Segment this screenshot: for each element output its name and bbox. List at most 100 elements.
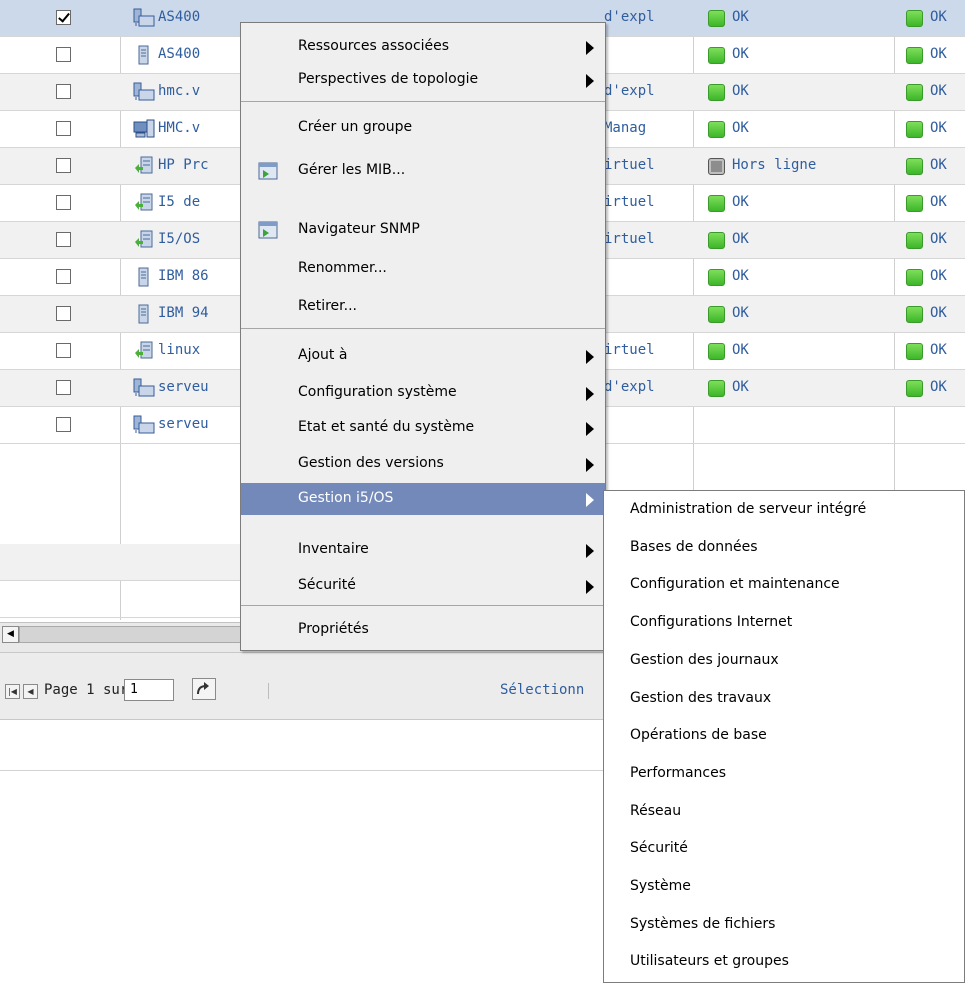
row-checkbox[interactable]: [56, 10, 71, 25]
page-number-input[interactable]: 1: [124, 679, 174, 701]
row-checkbox[interactable]: [56, 47, 71, 62]
status-square-icon: [906, 195, 923, 212]
row-checkbox[interactable]: [56, 84, 71, 99]
resource-name-link[interactable]: I5 de: [158, 194, 238, 210]
submenu-item-label: Performances: [630, 764, 727, 781]
console-icon: [133, 119, 155, 139]
row-checkbox[interactable]: [56, 380, 71, 395]
menu-item-gerer-les-mib[interactable]: Gérer les MIB...: [241, 155, 605, 187]
menu-item-label: Gérer les MIB...: [298, 162, 406, 178]
resource-type: d'expl: [604, 83, 655, 99]
submenu-item-operations-de-base[interactable]: Opérations de base: [604, 717, 964, 755]
menu-item-proprietes[interactable]: Propriétés: [241, 614, 605, 646]
row-checkbox[interactable]: [56, 417, 71, 432]
menu-separator: [241, 328, 605, 329]
resource-type: Manag: [604, 120, 647, 136]
submenu-item-label: Utilisateurs et groupes: [630, 953, 789, 970]
resource-name-link[interactable]: AS400: [158, 46, 238, 62]
submenu-item-performances[interactable]: Performances: [604, 755, 964, 793]
row-checkbox[interactable]: [56, 232, 71, 247]
menu-item-label: Perspectives de topologie: [298, 71, 479, 87]
status-square-icon: [906, 306, 923, 323]
submenu-item-systeme[interactable]: Système: [604, 868, 964, 906]
menu-item-etat-et-sante-du-systeme[interactable]: Etat et santé du système: [241, 412, 605, 444]
menu-item-gestion-des-versions[interactable]: Gestion des versions: [241, 448, 605, 480]
submenu-item-securite[interactable]: Sécurité: [604, 830, 964, 868]
virtual-server-icon: [133, 156, 155, 176]
resource-type: irtuel: [604, 157, 655, 173]
resource-name-link[interactable]: linux: [158, 342, 238, 358]
submenu-item-administration-de-serveur-integre[interactable]: Administration de serveur intégré: [604, 491, 964, 529]
previous-page-icon[interactable]: ◀: [23, 684, 38, 699]
submenu-item-gestion-des-journaux[interactable]: Gestion des journaux: [604, 642, 964, 680]
resource-name-link[interactable]: AS400: [158, 9, 238, 25]
menu-item-ajout-a[interactable]: Ajout à: [241, 340, 605, 372]
submenu-item-configurations-internet[interactable]: Configurations Internet: [604, 604, 964, 642]
select-link[interactable]: Sélectionn: [500, 682, 584, 698]
status-square-icon: [906, 84, 923, 101]
submenu-arrow-icon: [586, 580, 594, 594]
resource-type: d'expl: [604, 379, 655, 395]
row-checkbox[interactable]: [56, 269, 71, 284]
status-text: OK: [930, 157, 947, 173]
submenu-item-gestion-des-travaux[interactable]: Gestion des travaux: [604, 680, 964, 718]
resource-type: irtuel: [604, 231, 655, 247]
resource-name-link[interactable]: HMC.v: [158, 120, 238, 136]
network-server-icon: [133, 415, 155, 435]
submenu-arrow-icon: [586, 387, 594, 401]
menu-item-ressources-associees[interactable]: Ressources associées: [241, 31, 605, 63]
menu-item-renommer[interactable]: Renommer...: [241, 253, 605, 285]
menu-item-navigateur-snmp[interactable]: Navigateur SNMP: [241, 214, 605, 246]
submenu-item-systemes-de-fichiers[interactable]: Systèmes de fichiers: [604, 906, 964, 944]
go-to-page-button[interactable]: [192, 678, 216, 700]
resource-name-link[interactable]: serveu: [158, 379, 238, 395]
menu-item-configuration-systeme[interactable]: Configuration système: [241, 377, 605, 409]
submenu-item-label: Opérations de base: [630, 727, 767, 744]
menu-item-perspectives-de-topologie[interactable]: Perspectives de topologie: [241, 64, 605, 96]
scrollbar-thumb[interactable]: [19, 626, 251, 643]
resource-name-link[interactable]: HP Prc: [158, 157, 238, 173]
menu-separator: [241, 605, 605, 606]
menu-item-creer-un-groupe[interactable]: Créer un groupe: [241, 112, 605, 144]
status-square-icon: [708, 380, 725, 397]
row-checkbox[interactable]: [56, 343, 71, 358]
row-checkbox[interactable]: [56, 158, 71, 173]
resource-name-link[interactable]: serveu: [158, 416, 238, 432]
network-server-icon: [133, 8, 155, 28]
menu-item-label: Ressources associées: [298, 38, 450, 54]
row-checkbox[interactable]: [56, 306, 71, 321]
status-square-icon: [708, 269, 725, 286]
status-square-icon: [708, 84, 725, 101]
submenu-item-label: Gestion des journaux: [630, 651, 779, 668]
scroll-left-icon[interactable]: ◀: [2, 626, 19, 643]
status-text: OK: [732, 83, 749, 99]
menu-item-label: Retirer...: [298, 298, 357, 314]
row-checkbox[interactable]: [56, 195, 71, 210]
status-text: OK: [930, 305, 947, 321]
menu-item-inventaire[interactable]: Inventaire: [241, 534, 605, 566]
menu-separator: [241, 101, 605, 102]
submenu-item-configuration-et-maintenance[interactable]: Configuration et maintenance: [604, 566, 964, 604]
resource-name-link[interactable]: hmc.v: [158, 83, 238, 99]
first-page-icon[interactable]: |◀: [5, 684, 20, 699]
status-text: OK: [930, 379, 947, 395]
submenu-item-reseau[interactable]: Réseau: [604, 793, 964, 831]
menu-item-securite[interactable]: Sécurité: [241, 570, 605, 602]
mib-icon: [257, 161, 278, 181]
status-text: OK: [732, 305, 749, 321]
status-text: OK: [930, 194, 947, 210]
submenu-item-utilisateurs-et-groupes[interactable]: Utilisateurs et groupes: [604, 943, 964, 981]
submenu-item-bases-de-donnees[interactable]: Bases de données: [604, 529, 964, 567]
row-checkbox[interactable]: [56, 121, 71, 136]
status-text: OK: [732, 342, 749, 358]
resource-name-link[interactable]: I5/OS: [158, 231, 238, 247]
submenu-arrow-icon: [586, 422, 594, 436]
status-text: OK: [930, 120, 947, 136]
tower-server-icon: [133, 45, 155, 65]
resource-name-link[interactable]: IBM 94: [158, 305, 238, 321]
network-server-icon: [133, 378, 155, 398]
menu-item-label: Renommer...: [298, 260, 387, 276]
menu-item-gestion-i5-os[interactable]: Gestion i5/OS: [241, 483, 605, 515]
resource-name-link[interactable]: IBM 86: [158, 268, 238, 284]
menu-item-retirer[interactable]: Retirer...: [241, 291, 605, 323]
